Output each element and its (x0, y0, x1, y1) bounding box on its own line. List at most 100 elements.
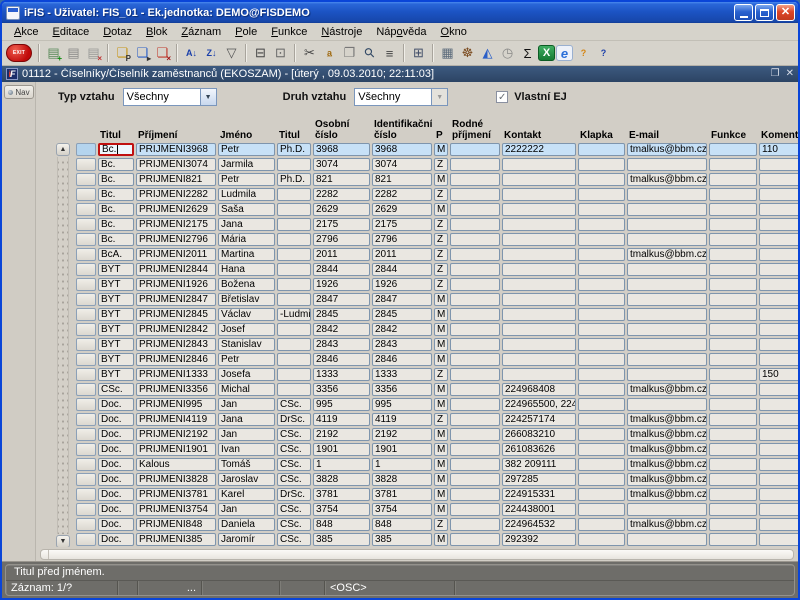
table-cell[interactable]: 3356 (372, 383, 432, 396)
table-cell[interactable]: Jaromír (218, 533, 275, 546)
table-cell[interactable]: PRIJMENI1333 (136, 368, 216, 381)
table-cell[interactable]: BcA. (98, 248, 134, 261)
table-cell[interactable]: PRIJMENI1926 (136, 278, 216, 291)
row-selector[interactable] (76, 383, 96, 396)
table-cell[interactable]: Václav (218, 308, 275, 321)
table-cell[interactable]: Doc. (98, 398, 134, 411)
table-cell[interactable] (759, 338, 798, 351)
table-cell[interactable]: 2175 (313, 218, 370, 231)
table-cell[interactable] (709, 473, 757, 486)
table-cell[interactable]: 2846 (372, 353, 432, 366)
row-selector[interactable] (76, 188, 96, 201)
record-copy-icon[interactable]: ▤ (64, 44, 83, 63)
table-cell[interactable] (709, 353, 757, 366)
table-cell[interactable]: Ph.D. (277, 173, 311, 186)
table-cell[interactable] (759, 503, 798, 516)
table-cell[interactable]: M (434, 353, 448, 366)
table-cell[interactable] (759, 473, 798, 486)
table-cell[interactable]: tmalkus@bbm.cz (627, 413, 707, 426)
table-cell[interactable] (627, 368, 707, 381)
table-cell[interactable]: M (434, 398, 448, 411)
table-cell[interactable] (759, 188, 798, 201)
table-cell[interactable] (759, 428, 798, 441)
row-selector[interactable] (76, 218, 96, 231)
menu-item-blok[interactable]: Blok (140, 25, 173, 39)
horizontal-scrollbar[interactable] (40, 549, 794, 560)
table-cell[interactable]: 1901 (313, 443, 370, 456)
table-cell[interactable]: tmalkus@bbm.cz (627, 248, 707, 261)
paste-icon[interactable]: a̲ (320, 44, 339, 63)
record-delete-icon[interactable]: ▤× (84, 44, 103, 63)
table-cell[interactable]: 4119 (313, 413, 370, 426)
table-cell[interactable] (578, 368, 625, 381)
vlastni-ej-checkbox[interactable]: ✓ (496, 91, 508, 103)
table-cell[interactable] (450, 338, 500, 351)
table-cell[interactable] (578, 293, 625, 306)
table-cell[interactable]: 821 (313, 173, 370, 186)
row-selector[interactable] (76, 413, 96, 426)
table-cell[interactable]: 150 (759, 368, 798, 381)
table-cell[interactable] (578, 218, 625, 231)
row-selector[interactable] (76, 278, 96, 291)
table-cell[interactable]: M (434, 173, 448, 186)
table-cell[interactable] (277, 263, 311, 276)
table-cell[interactable] (627, 308, 707, 321)
table-cell[interactable] (759, 323, 798, 336)
table-cell[interactable]: PRIJMENI821 (136, 173, 216, 186)
table-cell[interactable] (709, 458, 757, 471)
table-cell[interactable]: 385 (313, 533, 370, 546)
table-cell[interactable] (627, 263, 707, 276)
table-cell[interactable]: 1 (372, 458, 432, 471)
row-selector[interactable] (76, 158, 96, 171)
nav-button[interactable]: Nav (4, 85, 34, 99)
table-cell[interactable]: CSc. (277, 458, 311, 471)
row-selector[interactable] (76, 173, 96, 186)
table-cell[interactable]: Doc. (98, 503, 134, 516)
table-cell[interactable]: Karel (218, 488, 275, 501)
table-cell[interactable]: M (434, 203, 448, 216)
table-cell[interactable] (578, 338, 625, 351)
table-cell[interactable]: 2629 (313, 203, 370, 216)
table-cell[interactable] (709, 338, 757, 351)
table-cell[interactable] (277, 233, 311, 246)
menu-item-funkce[interactable]: Funkce (265, 25, 313, 39)
table-cell[interactable]: Z (434, 188, 448, 201)
table-cell[interactable]: Doc. (98, 458, 134, 471)
table-cell[interactable]: M (434, 458, 448, 471)
table-cell[interactable]: PRIJMENI2842 (136, 323, 216, 336)
list-values-icon[interactable]: ≡ (380, 44, 399, 63)
table-cell[interactable] (627, 323, 707, 336)
table-cell[interactable]: CSc. (277, 443, 311, 456)
table-cell[interactable] (450, 533, 500, 546)
table-cell[interactable]: 2844 (313, 263, 370, 276)
row-selector[interactable] (76, 398, 96, 411)
table-cell[interactable]: Bc. (98, 158, 134, 171)
table-cell[interactable]: PRIJMENI2175 (136, 218, 216, 231)
table-cell[interactable]: PRIJMENI2629 (136, 203, 216, 216)
sort-ascending-icon[interactable]: A↓ (182, 44, 201, 63)
table-cell[interactable]: Hana (218, 263, 275, 276)
table-cell[interactable] (277, 293, 311, 306)
table-cell[interactable] (709, 398, 757, 411)
table-cell[interactable] (578, 443, 625, 456)
table-cell[interactable]: 2796 (372, 233, 432, 246)
menu-item-pole[interactable]: Pole (229, 25, 263, 39)
table-cell[interactable] (709, 143, 757, 156)
table-cell[interactable]: Bc. (98, 143, 134, 156)
table-cell[interactable]: CSc. (277, 428, 311, 441)
row-selector[interactable] (76, 263, 96, 276)
table-cell[interactable]: tmalkus@bbm.cz (627, 518, 707, 531)
help-icon[interactable]: ? (594, 44, 613, 63)
table-cell[interactable]: 3968 (372, 143, 432, 156)
table-cell[interactable]: DrSc. (277, 488, 311, 501)
table-cell[interactable]: 3828 (313, 473, 370, 486)
table-cell[interactable]: BYT (98, 323, 134, 336)
table-cell[interactable] (759, 308, 798, 321)
enter-query-icon[interactable]: ❏P (113, 44, 132, 63)
table-cell[interactable]: Z (434, 233, 448, 246)
table-cell[interactable] (450, 488, 500, 501)
table-cell[interactable] (277, 218, 311, 231)
table-cell[interactable]: BYT (98, 293, 134, 306)
table-cell[interactable]: Petr (218, 353, 275, 366)
table-cell[interactable]: M (434, 473, 448, 486)
